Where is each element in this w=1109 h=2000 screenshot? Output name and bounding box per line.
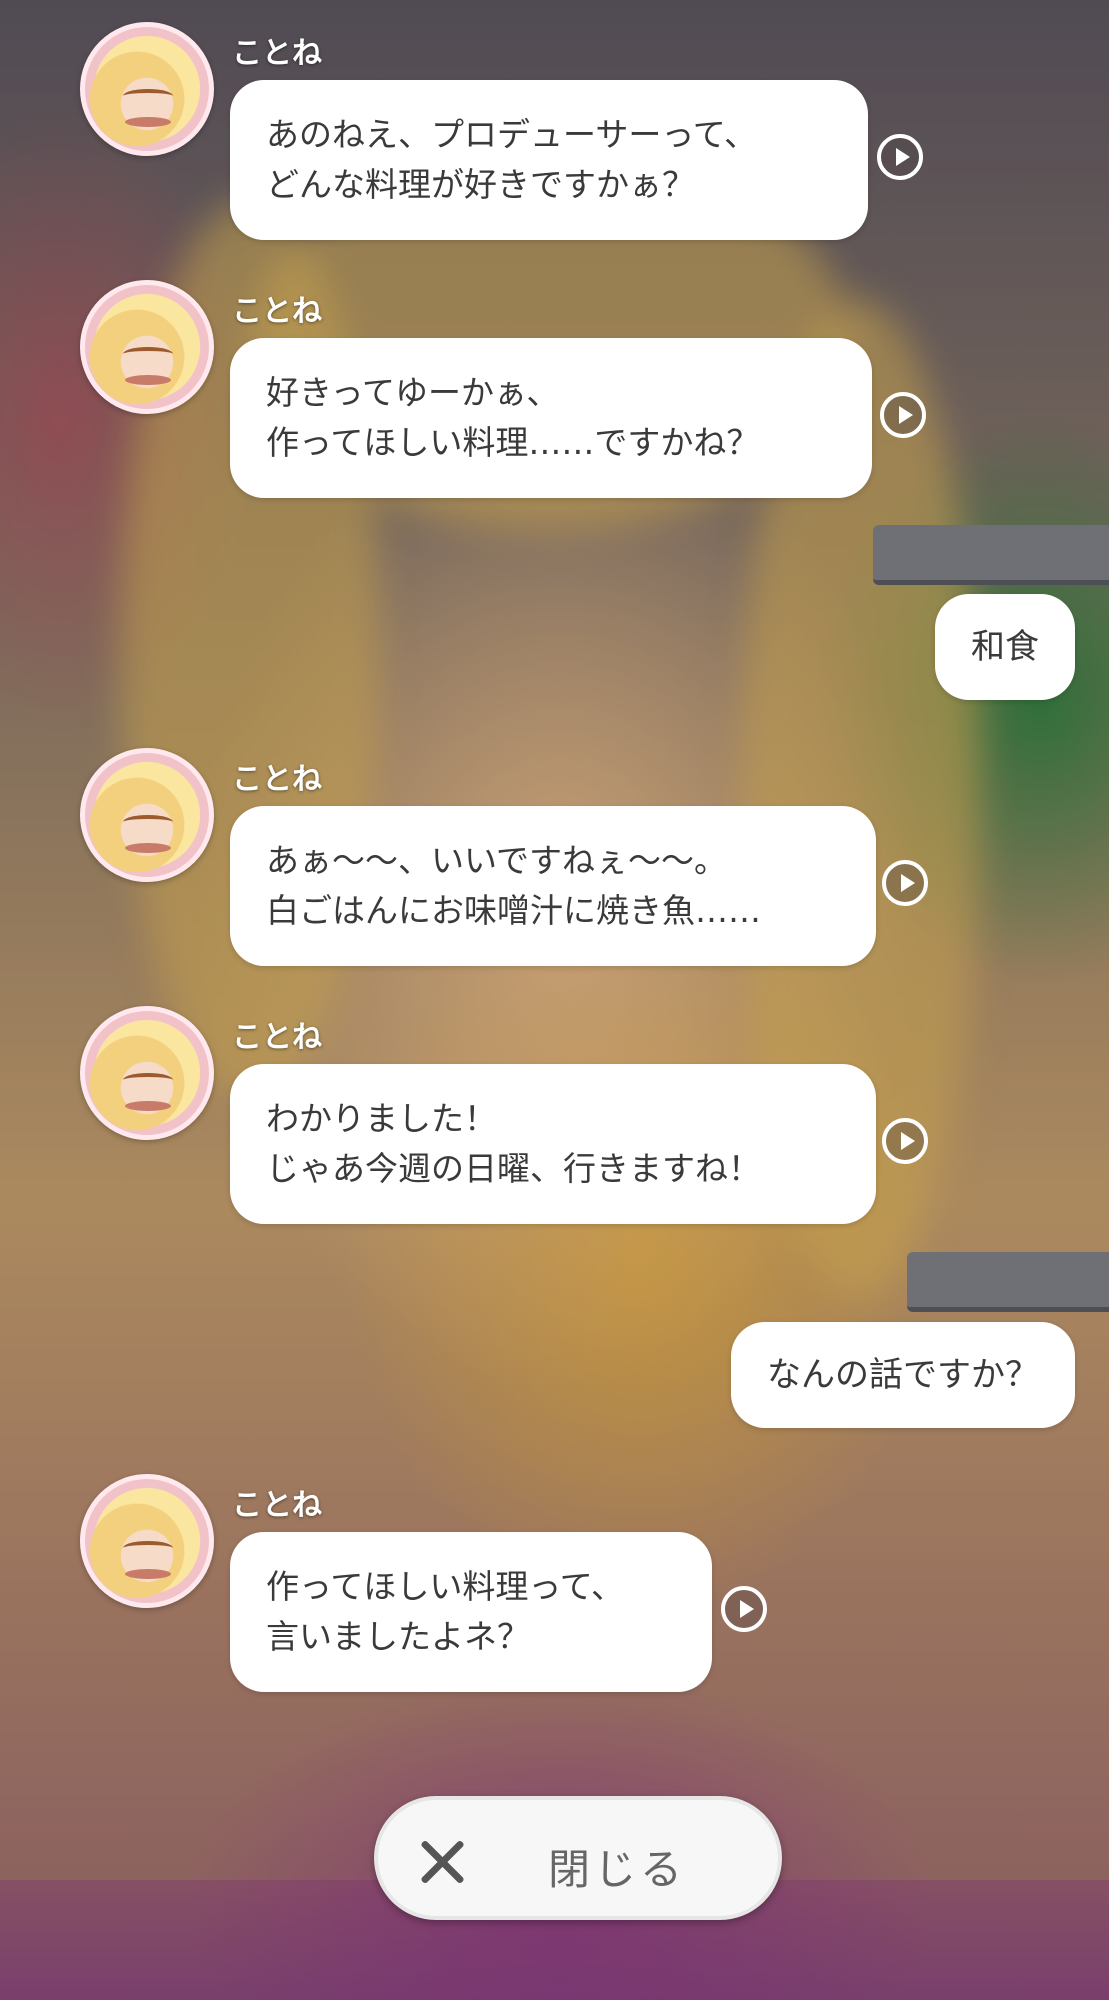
speaker-name: ことね [232, 762, 322, 797]
message-bubble: あのねえ、プロデューサーって、 どんな料理が好きですかぁ？ [230, 80, 868, 240]
message-bubble: 好きってゆーかぁ、 作ってほしい料理……ですかね？ [230, 338, 872, 498]
message-line: どんな料理が好きですかぁ？ [266, 165, 695, 204]
speaker-name: ことね [232, 294, 322, 329]
kotone-avatar [80, 280, 214, 414]
kotone-avatar [80, 22, 214, 156]
message-line: 好きってゆーかぁ、 [266, 373, 560, 412]
message-line: あぁ～～、いいですねぇ～～。 [266, 841, 728, 880]
speaker-name: ことね [232, 36, 322, 71]
play-voice-icon[interactable] [882, 860, 928, 906]
reply-bubble: 和食 [935, 594, 1075, 700]
speaker-name: ことね [232, 1488, 322, 1523]
message-line: 作ってほしい料理……ですかね？ [266, 423, 760, 462]
message-line: わかりました！ [266, 1099, 497, 1138]
message-bubble: 作ってほしい料理って、 言いましたよネ？ [230, 1532, 712, 1692]
play-voice-icon[interactable] [721, 1586, 767, 1632]
message-line: 白ごはんにお味噌汁に焼き魚…… [266, 891, 761, 930]
reply-bubble: なんの話ですか？ [731, 1322, 1075, 1428]
message-line: あのねえ、プロデューサーって、 [266, 115, 758, 154]
reply-label-tab [907, 1252, 1109, 1312]
kotone-avatar [80, 748, 214, 882]
message-line: じゃあ今週の日曜、行きますね！ [266, 1149, 761, 1188]
speaker-name: ことね [232, 1020, 322, 1055]
kotone-avatar [80, 1006, 214, 1140]
message-bubble: あぁ～～、いいですねぇ～～。 白ごはんにお味噌汁に焼き魚…… [230, 806, 876, 966]
message-bubble: わかりました！ じゃあ今週の日曜、行きますね！ [230, 1064, 876, 1224]
play-voice-icon[interactable] [882, 1118, 928, 1164]
reply-label-tab [873, 525, 1109, 585]
message-line: 作ってほしい料理って、 [266, 1567, 625, 1606]
message-line: 言いましたよネ？ [266, 1617, 530, 1656]
play-voice-icon[interactable] [880, 392, 926, 438]
close-icon [418, 1838, 466, 1886]
kotone-avatar [80, 1474, 214, 1608]
close-button-label: 閉じる [548, 1845, 687, 1894]
close-button[interactable]: 閉じる [374, 1796, 782, 1920]
play-voice-icon[interactable] [877, 134, 923, 180]
